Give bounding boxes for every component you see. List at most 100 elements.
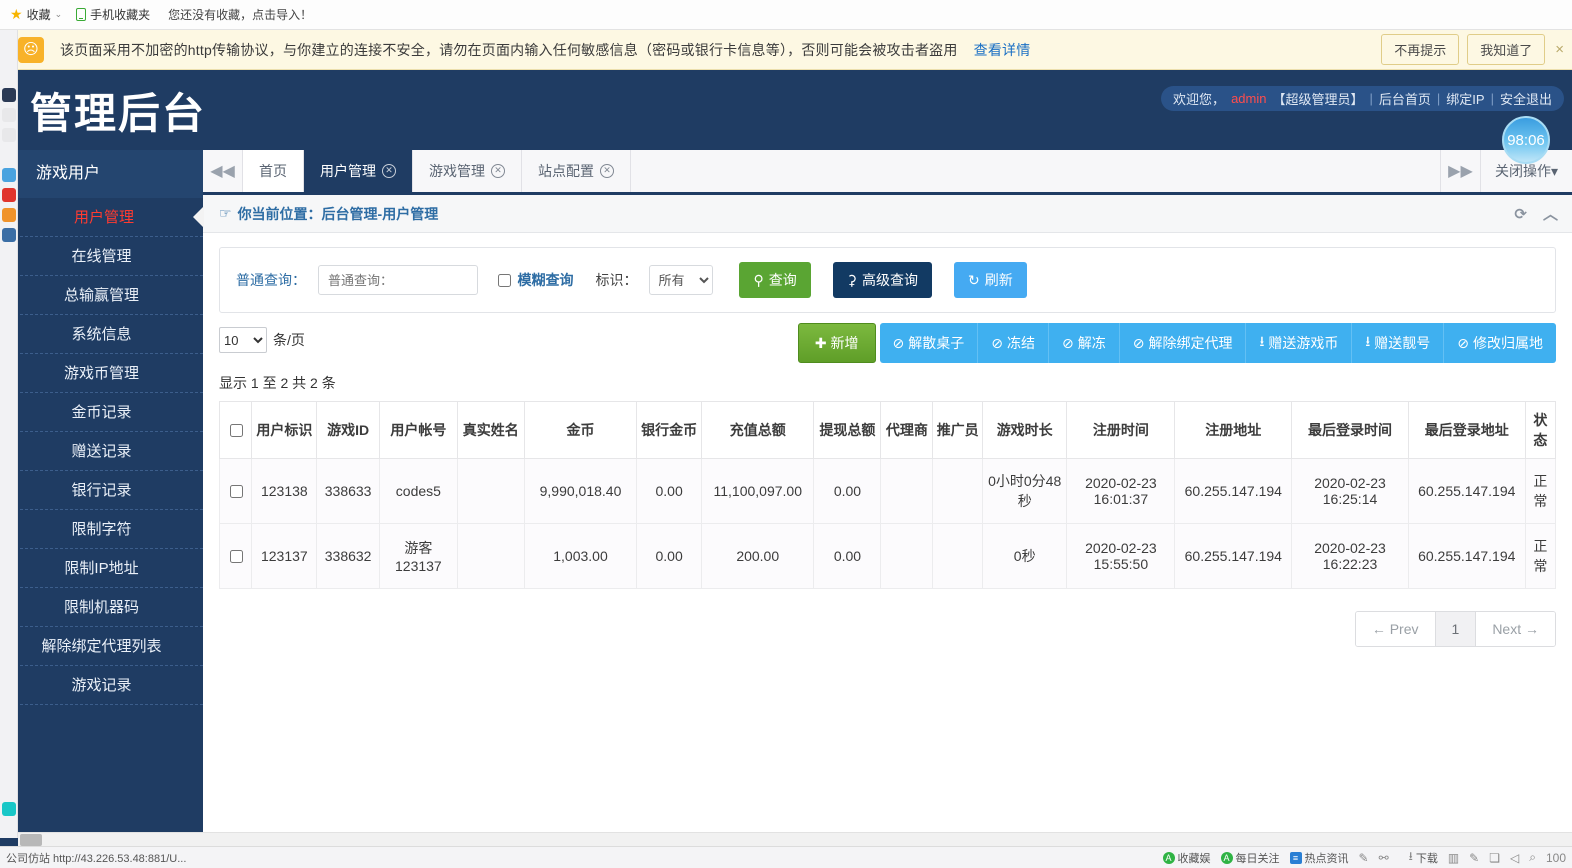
add-new-button[interactable]: ✚ 新增 [798, 323, 876, 363]
identifier-select[interactable]: 所有 [649, 265, 713, 295]
row-checkbox[interactable] [230, 550, 243, 563]
cell-promoter [933, 524, 983, 589]
next-page-button[interactable]: Next → [1476, 612, 1555, 646]
table-row[interactable]: 123138338633codes59,990,018.400.0011,100… [220, 459, 1556, 524]
cell-value: 0小时0分48秒 [988, 473, 1061, 509]
sidebar-item-1[interactable]: 在线管理 [0, 237, 203, 276]
action-button-4[interactable]: ⭳赠送游戏币 [1246, 323, 1352, 363]
tab-0[interactable]: 首页 [243, 150, 304, 192]
acknowledge-button[interactable]: 我知道了 [1467, 34, 1545, 65]
tab-close-icon[interactable]: ✕ [382, 164, 396, 178]
sidebar-item-4[interactable]: 游戏币管理 [0, 354, 203, 393]
close-icon[interactable]: × [1555, 41, 1564, 58]
status-icon-edit[interactable]: ✎ [1469, 851, 1479, 865]
sidebar-item-0[interactable]: 用户管理 [0, 198, 203, 237]
main-area: ◀◀ 首页用户管理✕游戏管理✕站点配置✕ ▶▶ 关闭操作▾ ☞ 你当前位置：后台… [203, 150, 1572, 868]
search-button[interactable]: ⚲ 查询 [739, 262, 810, 298]
prev-page-button[interactable]: ← Prev [1356, 612, 1436, 646]
cell-value: 2020-02-23 16:25:14 [1314, 475, 1386, 507]
link-backend-home[interactable]: 后台首页 [1379, 89, 1431, 108]
tab-scroll-left-icon[interactable]: ◀◀ [203, 150, 243, 192]
status-icon-sound[interactable]: ◁ [1510, 851, 1519, 865]
sidebar-item-8[interactable]: 限制字符 [0, 510, 203, 549]
status-item-news[interactable]: ≡ 热点资讯 [1290, 850, 1349, 866]
rail-icon-6[interactable] [2, 208, 16, 222]
dismiss-forever-button[interactable]: 不再提示 [1381, 34, 1459, 65]
tab-close-icon[interactable]: ✕ [491, 164, 505, 178]
link-bind-ip[interactable]: 绑定IP [1446, 89, 1484, 108]
tab-1[interactable]: 用户管理✕ [304, 150, 413, 192]
rail-icon-7[interactable] [2, 228, 16, 242]
action-button-0[interactable]: ⊘解散桌子 [880, 323, 979, 363]
refresh-icon[interactable]: ⟳ [1514, 205, 1527, 223]
sidebar-item-7[interactable]: 银行记录 [0, 471, 203, 510]
rail-icon-1[interactable] [2, 88, 16, 102]
bookmark-button[interactable]: ★ 收藏 ⌄ [10, 6, 62, 23]
sidebar-item-5[interactable]: 金币记录 [0, 393, 203, 432]
rail-icon-8[interactable] [2, 802, 16, 816]
status-icon-link[interactable]: ⚯ [1379, 851, 1389, 865]
refresh-button[interactable]: ↻ 刷新 [954, 262, 1027, 298]
status-zoom-level[interactable]: 100 [1546, 851, 1566, 865]
cell-value: 9,990,018.40 [540, 483, 622, 499]
status-icon-window[interactable]: ❏ [1489, 851, 1500, 865]
link-logout[interactable]: 安全退出 [1500, 89, 1552, 108]
action-button-3[interactable]: ⊘解除绑定代理 [1120, 323, 1247, 363]
sidebar-item-10[interactable]: 限制机器码 [0, 588, 203, 627]
scrollbar-thumb[interactable] [20, 834, 42, 846]
horizontal-scrollbar[interactable] [18, 832, 1572, 846]
view-detail-link[interactable]: 查看详情 [974, 42, 1031, 58]
action-label: 解除绑定代理 [1148, 333, 1232, 353]
cell-game-id: 338632 [317, 524, 380, 589]
cell-value: 0.00 [655, 483, 682, 499]
chevron-down-icon: ⌄ [55, 9, 63, 20]
table-header-label: 用户标识 [256, 422, 312, 438]
tab-scroll-right-icon[interactable]: ▶▶ [1441, 150, 1481, 192]
cell-value: 0.00 [834, 548, 861, 564]
status-item-favorites[interactable]: A 收藏娱 [1163, 850, 1211, 866]
rail-icon-4[interactable] [2, 168, 16, 182]
status-item-download[interactable]: ⭳ 下载 [1399, 847, 1438, 868]
action-button-5[interactable]: ⭳赠送靓号 [1352, 323, 1444, 363]
collapse-icon[interactable]: ︿ [1543, 203, 1558, 224]
sidebar-item-11[interactable]: 解除绑定代理列表 [0, 627, 203, 666]
fuzzy-query-checkbox[interactable] [498, 274, 511, 287]
status-item-daily[interactable]: A 每日关注 [1221, 850, 1280, 866]
page-number-1[interactable]: 1 [1436, 612, 1477, 646]
cell-value: 正常 [1533, 473, 1547, 509]
cell-recharge-total: 200.00 [702, 524, 814, 589]
advanced-search-button[interactable]: ⚳ 高级查询 [833, 262, 932, 298]
sidebar-item-6[interactable]: 赠送记录 [0, 432, 203, 471]
sidebar-item-3[interactable]: 系统信息 [0, 315, 203, 354]
status-icon-grid[interactable]: ▥ [1448, 851, 1459, 865]
row-checkbox[interactable] [230, 485, 243, 498]
rail-icon-3[interactable] [2, 128, 16, 142]
sidebar-item-12[interactable]: 游戏记录 [0, 666, 203, 705]
sidebar-item-2[interactable]: 总输赢管理 [0, 276, 203, 315]
sidebar-group-game-users[interactable]: 游戏用户 [0, 150, 203, 198]
table-header-label: 游戏ID [327, 422, 369, 438]
cell-last-login-ip: 60.255.147.194 [1408, 524, 1525, 589]
tab-3[interactable]: 站点配置✕ [522, 150, 631, 192]
tab-spacer [631, 150, 1441, 192]
page-size-select[interactable]: 10 [219, 327, 267, 353]
action-button-1[interactable]: ⊘冻结 [978, 323, 1049, 363]
status-item-label: 下载 [1416, 850, 1438, 866]
table-header-cell-9: 代理商 [881, 402, 933, 459]
status-icon-zoom[interactable]: ⌕ [1529, 850, 1536, 865]
rail-icon-5[interactable] [2, 188, 16, 202]
tab-close-icon[interactable]: ✕ [600, 164, 614, 178]
select-all-checkbox[interactable] [230, 424, 243, 437]
action-button-6[interactable]: ⊘修改归属地 [1444, 323, 1556, 363]
mobile-bookmark-button[interactable]: 手机收藏夹 [76, 6, 150, 23]
sidebar-item-9[interactable]: 限制IP地址 [0, 549, 203, 588]
status-icon-pen[interactable]: ✎ [1359, 851, 1369, 865]
tab-2[interactable]: 游戏管理✕ [413, 150, 522, 192]
bookmark-hint[interactable]: 您还没有收藏，点击导入！ [168, 6, 312, 23]
search-input[interactable] [318, 265, 478, 295]
action-button-2[interactable]: ⊘解冻 [1049, 323, 1120, 363]
table-row[interactable]: 123137338632游客1231371,003.000.00200.000.… [220, 524, 1556, 589]
rail-icon-2[interactable] [2, 108, 16, 122]
browser-side-rail [0, 30, 18, 838]
page-title: 管理后台 [30, 80, 206, 141]
